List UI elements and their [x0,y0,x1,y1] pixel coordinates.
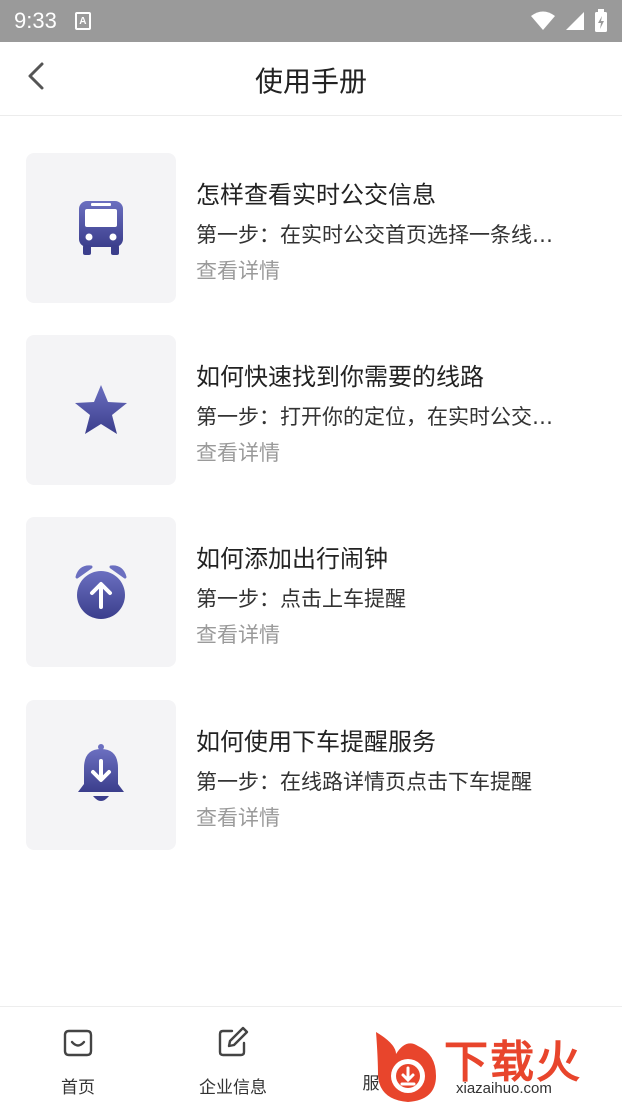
item-desc: 第一步：点击上车提醒 [196,587,406,611]
item-desc: 第一步：打开你的定位，在实时公交… [196,405,553,429]
edit-icon [218,1026,249,1057]
view-details-link[interactable]: 查看详情 [196,437,280,467]
item-desc: 第一步：在线路详情页点击下车提醒 [196,770,532,794]
item-title: 怎样查看实时公交信息 [196,181,436,209]
view-details-link[interactable]: 查看详情 [196,802,280,832]
star-icon [75,385,127,434]
notification-badge: A [74,12,91,30]
status-bar: 9:33 A [0,0,622,42]
list-item[interactable]: 如何快速找到你需要的线路 第一步：打开你的定位，在实时公交… 查看详情 [26,335,596,485]
watermark-logo: 下载火 xiazaihuo.com [366,1022,622,1105]
nav-item-home[interactable]: 首页 [18,1025,138,1098]
list-item[interactable]: 如何添加出行闹钟 第一步：点击上车提醒 查看详情 [26,517,596,667]
item-title: 如何使用下车提醒服务 [196,728,436,756]
view-details-link[interactable]: 查看详情 [196,619,280,649]
bus-icon [79,201,123,255]
view-details-link[interactable]: 查看详情 [196,255,280,285]
page-title: 使用手册 [254,65,367,98]
screen: 9:33 A 使用手册 怎样查看实时公交信息 第一步：在实时公交首页选择一条线…… [0,0,622,1105]
signal-icon [566,12,584,30]
item-desc: 第一步：在实时公交首页选择一条线… [196,223,553,247]
item-thumbnail [26,700,176,850]
list-item[interactable]: 怎样查看实时公交信息 第一步：在实时公交首页选择一条线… 查看详情 [26,153,596,303]
item-title: 如何添加出行闹钟 [196,545,388,573]
list-item[interactable]: 如何使用下车提醒服务 第一步：在线路详情页点击下车提醒 查看详情 [26,700,596,850]
nav-label: 首页 [61,1078,95,1098]
flame-logo-icon [376,1032,436,1102]
bell-icon [78,744,124,801]
battery-icon [595,9,607,32]
item-title: 如何快速找到你需要的线路 [196,363,484,391]
alarm-clock-icon [75,565,127,619]
status-icons [530,9,608,33]
header: 使用手册 [0,42,622,116]
status-time: 9:33 [14,8,57,33]
wifi-icon [531,11,555,30]
item-thumbnail [26,153,176,303]
nav-label: 企业信息 [199,1078,267,1098]
watermark-url: xiazaihuo.com [456,1080,552,1097]
item-thumbnail [26,517,176,667]
home-bag-icon [63,1029,93,1057]
item-thumbnail [26,335,176,485]
nav-item-company-info[interactable]: 企业信息 [173,1025,293,1098]
